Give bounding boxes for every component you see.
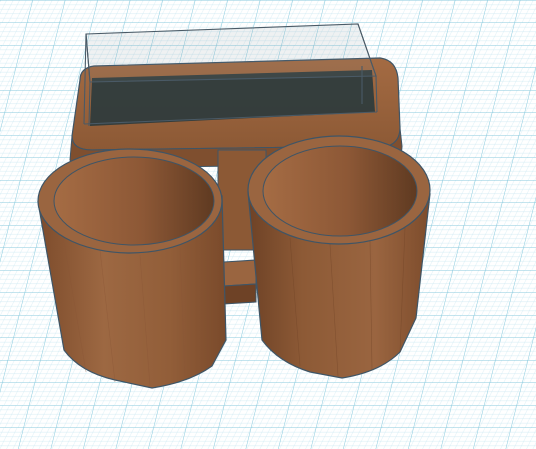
- left-cup[interactable]: [37, 148, 227, 389]
- right-cup[interactable]: [247, 135, 431, 379]
- workplane-canvas[interactable]: [0, 0, 536, 449]
